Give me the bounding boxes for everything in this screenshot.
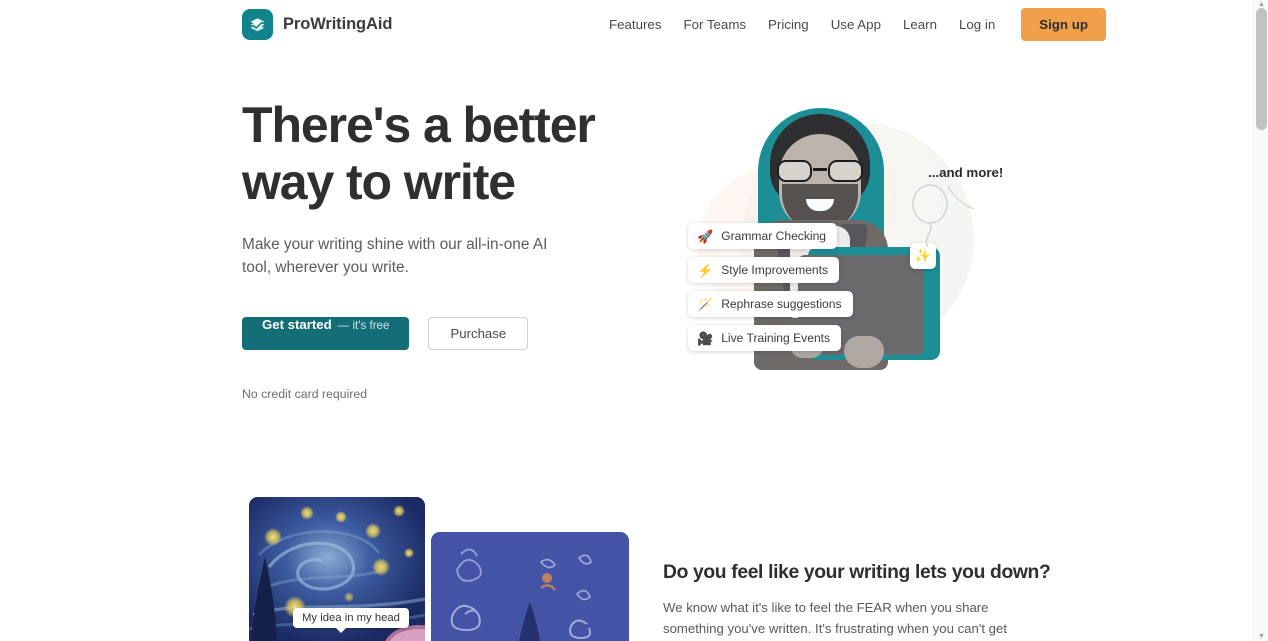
lower-section-title: Do you feel like your writing lets you d…	[663, 562, 1051, 583]
page-root: ProWritingAid Features For Teams Pricing…	[0, 0, 1268, 641]
rocket-icon: 🚀	[697, 228, 714, 244]
hero-title-line-1: There's a better	[242, 97, 596, 153]
brand-name: ProWritingAid	[283, 14, 393, 33]
scroll-up-arrow-icon[interactable]: ▲	[1257, 1, 1266, 8]
feature-chip-label: Live Training Events	[721, 331, 831, 345]
feature-chip-live-training-events[interactable]: 🎥 Live Training Events	[688, 325, 842, 351]
magic-wand-icon: 🪄	[697, 296, 714, 312]
and-more-annotation: ...and more!	[928, 165, 1004, 180]
get-started-note: — it's free	[337, 319, 390, 332]
site-header: ProWritingAid Features For Teams Pricing…	[0, 0, 1253, 48]
get-started-label: Get started	[262, 317, 332, 332]
purchase-button[interactable]: Purchase	[428, 317, 529, 350]
hero-content: There's a better way to write Make your …	[242, 97, 642, 401]
nav-link-pricing[interactable]: Pricing	[757, 11, 820, 38]
stacked-pages-icon	[242, 8, 273, 40]
feature-chip-rephrase-suggestions[interactable]: 🪄 Rephrase suggestions	[688, 291, 853, 317]
idea-caption: My idea in my head	[293, 608, 409, 633]
page-title: There's a better way to write	[242, 97, 642, 211]
feature-chip-style-improvements[interactable]: ⚡ Style Improvements	[688, 257, 840, 283]
feature-chip-label: Grammar Checking	[721, 229, 827, 243]
video-camera-icon: 🎥	[697, 330, 714, 346]
sign-up-button[interactable]: Sign up	[1021, 7, 1106, 41]
feature-chip-label: Style Improvements	[721, 263, 829, 277]
nav-link-features[interactable]: Features	[598, 11, 672, 38]
glasses-icon	[776, 160, 864, 182]
hero-cta-group: Get started — it's free Purchase	[242, 317, 642, 350]
lower-section-text: Do you feel like your writing lets you d…	[663, 562, 1051, 641]
lower-illustration: My idea in my head	[249, 497, 629, 641]
feature-chip-label: Rephrase suggestions	[721, 297, 842, 311]
hero-illustration: 🚀 Grammar Checking ⚡ Style Improvements …	[660, 95, 1020, 395]
brand-logo-link[interactable]: ProWritingAid	[242, 8, 393, 40]
hero-subtitle: Make your writing shine with our all-in-…	[242, 236, 548, 276]
nav-link-log-in[interactable]: Log in	[948, 11, 1006, 38]
get-started-button[interactable]: Get started — it's free	[242, 317, 410, 350]
lower-section-body: We know what it's like to feel the FEAR …	[663, 600, 1008, 636]
no-credit-card-note: No credit card required	[242, 387, 368, 401]
balloon-doodle-icon	[912, 184, 975, 248]
doodle-drawing	[431, 532, 629, 641]
scrollbar-thumb[interactable]	[1256, 8, 1267, 130]
hero-title-line-2: way to write	[242, 154, 516, 210]
feature-chip-list: 🚀 Grammar Checking ⚡ Style Improvements …	[688, 223, 853, 359]
lightning-icon: ⚡	[697, 262, 714, 278]
nav-link-learn[interactable]: Learn	[892, 11, 948, 38]
vertical-scrollbar[interactable]: ▲ ▼	[1253, 0, 1268, 641]
nav-link-use-app[interactable]: Use App	[820, 11, 892, 38]
nav-link-for-teams[interactable]: For Teams	[672, 11, 757, 38]
main-navigation: Features For Teams Pricing Use App Learn…	[598, 7, 1106, 41]
feature-chip-grammar-checking[interactable]: 🚀 Grammar Checking	[688, 223, 838, 249]
scroll-down-arrow-icon[interactable]: ▼	[1257, 633, 1266, 640]
